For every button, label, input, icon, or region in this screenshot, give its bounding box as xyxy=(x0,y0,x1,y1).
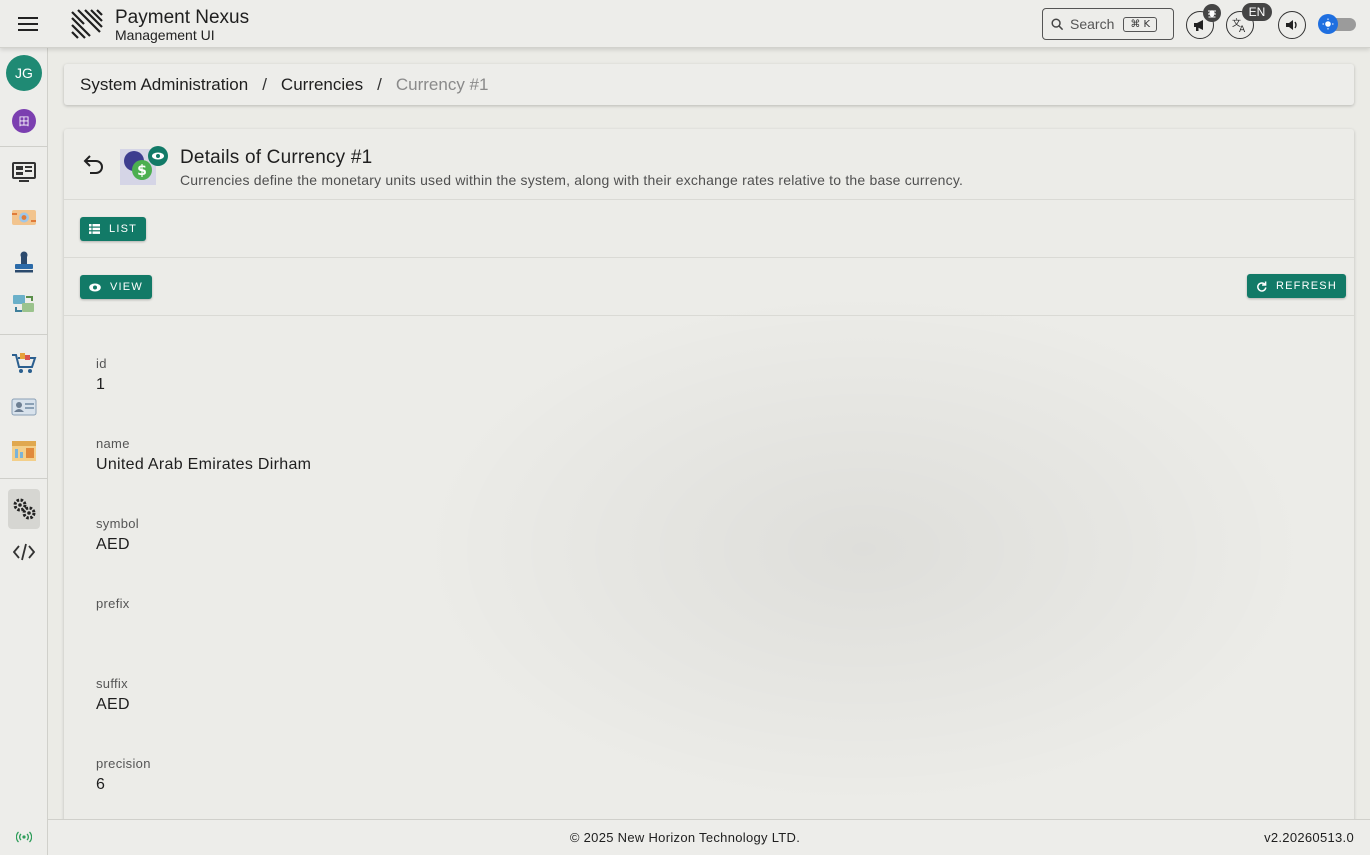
field-name: name United Arab Emirates Dirham xyxy=(96,436,311,476)
list-icon xyxy=(89,224,100,234)
sidebar-item-gateway[interactable] xyxy=(8,202,40,234)
code-icon xyxy=(13,543,35,561)
field-id: id 1 xyxy=(96,356,107,396)
sidebar-divider xyxy=(0,146,48,147)
field-value: 6 xyxy=(96,776,106,793)
details-header: $ Details of Currency #1 Currencies defi… xyxy=(64,129,1354,200)
field-value: United Arab Emirates Dirham xyxy=(96,456,312,473)
announcements-button[interactable] xyxy=(1186,4,1221,39)
breadcrumb: System Administration / Currencies / Cur… xyxy=(64,64,1354,105)
payment-gateway-icon xyxy=(12,210,36,225)
field-value xyxy=(96,616,130,636)
breadcrumb-currencies[interactable]: Currencies xyxy=(281,75,363,95)
search-shortcut: ⌘ K xyxy=(1123,16,1158,32)
field-value: 1 xyxy=(96,376,106,393)
field-suffix: suffix AED xyxy=(96,676,130,716)
sidebar-item-developer[interactable] xyxy=(8,536,40,568)
sidebar-item-org[interactable]: 田 xyxy=(8,105,40,137)
field-label: symbol xyxy=(96,516,139,531)
logo-icon xyxy=(71,9,103,39)
field-label: name xyxy=(96,436,130,451)
sidebar-item-reports[interactable] xyxy=(8,435,40,467)
svg-text:$: $ xyxy=(137,163,147,179)
footer-copyright: © 2025 New Horizon Technology LTD. xyxy=(569,830,801,845)
details-card: $ Details of Currency #1 Currencies defi… xyxy=(64,129,1354,849)
svg-text:田: 田 xyxy=(19,115,30,128)
page-title: Details of Currency #1 xyxy=(180,147,373,168)
view-button[interactable]: VIEW xyxy=(80,275,152,299)
brand: Payment Nexus Management UI xyxy=(115,8,249,42)
sidebar: JG 田 xyxy=(0,48,48,855)
search-label: Search xyxy=(1070,16,1115,32)
language-badge: EN xyxy=(1242,3,1272,21)
theme-toggle[interactable] xyxy=(1318,14,1358,34)
breadcrumb-current: Currency #1 xyxy=(395,74,489,94)
breadcrumb-separator: / xyxy=(262,74,267,94)
language-button[interactable]: 文 A EN xyxy=(1226,3,1272,39)
brand-title: Payment Nexus xyxy=(115,7,250,28)
top-app-bar: Payment Nexus Management UI Search ⌘ K 文… xyxy=(0,0,1370,48)
reports-icon xyxy=(12,441,36,461)
menu-icon[interactable] xyxy=(16,13,40,35)
search-button[interactable]: Search ⌘ K xyxy=(1042,8,1174,40)
bug-badge xyxy=(1203,4,1221,22)
field-prefix: prefix xyxy=(96,596,130,636)
volume-icon xyxy=(1286,20,1297,30)
field-label: suffix xyxy=(96,676,128,691)
sidebar-item-system-admin[interactable] xyxy=(8,489,40,529)
field-precision: precision 6 xyxy=(96,756,151,796)
connection-status-icon xyxy=(16,831,32,843)
field-label: prefix xyxy=(96,596,130,611)
sidebar-item-stamp[interactable] xyxy=(8,246,40,278)
sound-button[interactable] xyxy=(1278,11,1306,39)
field-value: AED xyxy=(96,696,130,713)
org-icon: 田 xyxy=(12,109,36,133)
monitor-icon xyxy=(12,162,36,182)
sidebar-divider xyxy=(0,334,48,335)
field-symbol: symbol AED xyxy=(96,516,139,556)
search-icon xyxy=(1051,17,1064,30)
view-toolbar: VIEW REFRESH xyxy=(64,258,1354,316)
refresh-button-label: REFRESH xyxy=(1276,280,1337,292)
refresh-icon xyxy=(1256,281,1267,292)
eye-icon xyxy=(89,283,101,292)
sidebar-item-commerce[interactable] xyxy=(8,347,40,379)
sidebar-item-dashboard[interactable] xyxy=(8,157,40,189)
page-description: Currencies define the monetary units use… xyxy=(180,172,964,188)
id-card-icon xyxy=(11,398,37,416)
sidebar-item-identity[interactable] xyxy=(8,391,40,423)
bug-icon xyxy=(1208,10,1216,18)
brand-subtitle: Management UI xyxy=(115,27,215,43)
breadcrumb-separator: / xyxy=(377,74,382,94)
stamp-icon xyxy=(15,251,33,273)
currency-view-icon: $ xyxy=(120,146,168,185)
refresh-button[interactable]: REFRESH xyxy=(1247,274,1346,298)
avatar[interactable]: JG xyxy=(6,55,42,91)
field-value: AED xyxy=(96,536,130,553)
field-label: id xyxy=(96,356,107,371)
sun-icon xyxy=(1318,14,1338,34)
sidebar-divider xyxy=(0,478,48,479)
settings-icon xyxy=(13,498,36,520)
field-label: precision xyxy=(96,756,151,771)
view-button-label: VIEW xyxy=(110,281,143,293)
list-toolbar: LIST xyxy=(64,200,1354,258)
footer-version: v2.20260513.0 xyxy=(1264,830,1354,845)
cart-icon xyxy=(12,353,37,373)
footer: © 2025 New Horizon Technology LTD. v2.20… xyxy=(48,819,1370,855)
background-shade xyxy=(414,289,1314,809)
transfer-icon xyxy=(13,295,34,312)
back-icon[interactable] xyxy=(82,151,106,175)
breadcrumb-system-administration[interactable]: System Administration xyxy=(80,75,248,95)
list-button-label: LIST xyxy=(109,223,138,235)
svg-text:A: A xyxy=(1239,25,1246,33)
sidebar-item-transfer[interactable] xyxy=(8,288,40,320)
list-button[interactable]: LIST xyxy=(80,217,147,241)
